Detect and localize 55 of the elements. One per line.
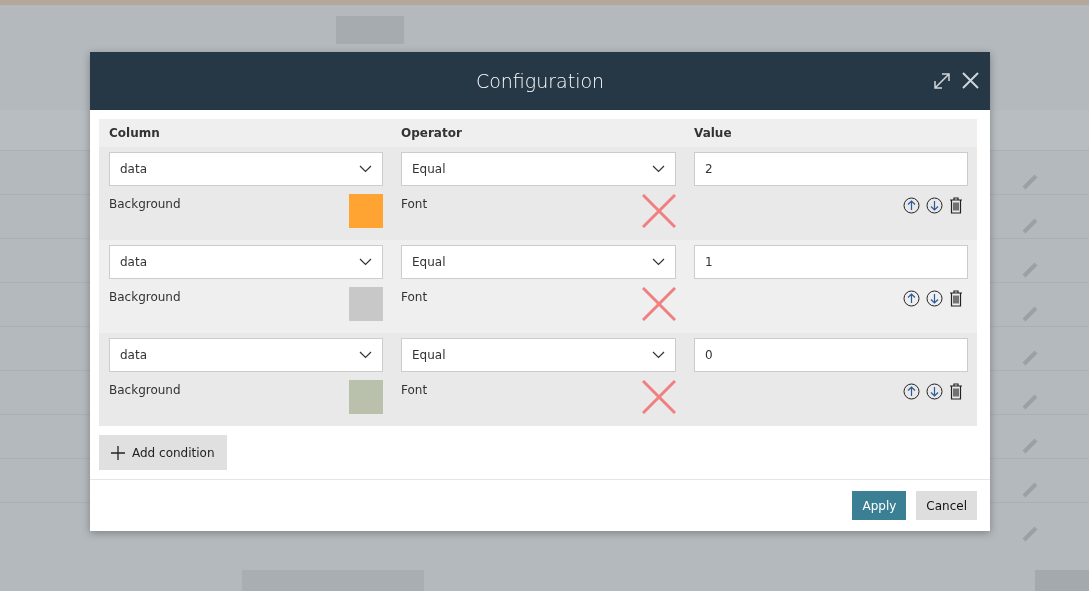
- font-label: Font: [401, 382, 428, 397]
- close-icon[interactable]: [961, 71, 980, 90]
- operator-select[interactable]: Equal: [401, 245, 676, 279]
- cancel-button[interactable]: Cancel: [916, 491, 977, 520]
- add-condition-button[interactable]: Add condition: [99, 435, 227, 470]
- column-header: Value: [694, 126, 733, 140]
- value-field[interactable]: 1: [694, 245, 968, 279]
- chevron-down-icon: [359, 258, 372, 266]
- chevron-down-icon: [652, 351, 665, 359]
- value-field[interactable]: 0: [694, 338, 968, 372]
- value-field[interactable]: 2: [694, 152, 968, 186]
- move-up-icon[interactable]: [903, 290, 920, 307]
- pencil-icon[interactable]: [1022, 262, 1038, 278]
- column-select[interactable]: data: [109, 152, 383, 186]
- expand-icon[interactable]: [933, 71, 951, 90]
- move-down-icon[interactable]: [926, 290, 943, 307]
- column-select[interactable]: data: [109, 245, 383, 279]
- trash-icon[interactable]: [949, 197, 963, 214]
- pencil-icon[interactable]: [1022, 350, 1038, 366]
- no-color-icon[interactable]: [642, 287, 676, 321]
- move-up-icon[interactable]: [903, 383, 920, 400]
- operator-select[interactable]: Equal: [401, 152, 676, 186]
- trash-icon[interactable]: [949, 383, 963, 400]
- pencil-icon[interactable]: [1022, 394, 1038, 410]
- pencil-icon[interactable]: [1022, 218, 1038, 234]
- pencil-icon[interactable]: [1022, 306, 1038, 322]
- no-color-icon[interactable]: [642, 194, 676, 228]
- column-select[interactable]: data: [109, 338, 383, 372]
- trash-icon[interactable]: [949, 290, 963, 307]
- background-label: Background: [109, 289, 181, 304]
- plus-icon: [110, 444, 126, 461]
- pencil-icon[interactable]: [1022, 526, 1038, 542]
- chevron-down-icon: [652, 165, 665, 173]
- move-down-icon[interactable]: [926, 197, 943, 214]
- chevron-down-icon: [359, 165, 372, 173]
- pencil-icon[interactable]: [1022, 482, 1038, 498]
- background-color-swatch[interactable]: [349, 194, 383, 228]
- no-color-icon[interactable]: [642, 380, 676, 414]
- column-header: Column: [109, 126, 161, 140]
- pencil-icon[interactable]: [1022, 174, 1038, 190]
- column-header: Operator: [401, 126, 463, 140]
- pencil-icon[interactable]: [1022, 438, 1038, 454]
- background-label: Background: [109, 382, 181, 397]
- font-label: Font: [401, 196, 428, 211]
- background-label: Background: [109, 196, 181, 211]
- chevron-down-icon: [359, 351, 372, 359]
- move-down-icon[interactable]: [926, 383, 943, 400]
- operator-select[interactable]: Equal: [401, 338, 676, 372]
- font-label: Font: [401, 289, 428, 304]
- apply-button[interactable]: Apply: [852, 491, 907, 520]
- move-up-icon[interactable]: [903, 197, 920, 214]
- background-color-swatch[interactable]: [349, 287, 383, 321]
- background-color-swatch[interactable]: [349, 380, 383, 414]
- dialog-title: Configuration: [475, 70, 605, 92]
- chevron-down-icon: [652, 258, 665, 266]
